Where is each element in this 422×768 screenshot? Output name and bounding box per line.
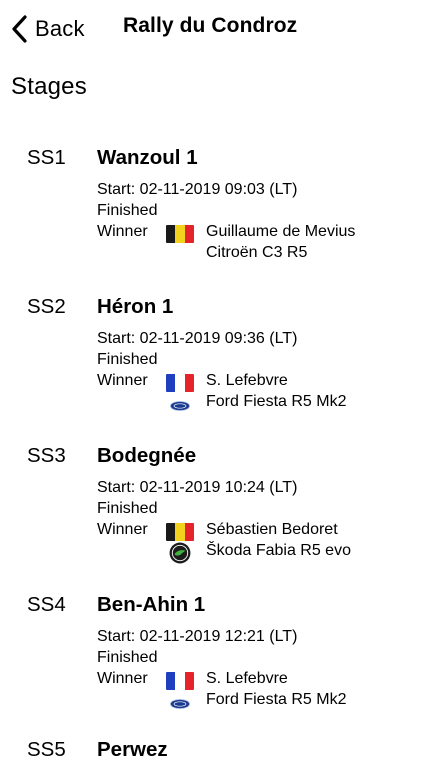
- stage-status: Finished: [97, 202, 158, 219]
- winner-driver: S. Lefebvre: [206, 372, 288, 389]
- winner-driver: Guillaume de Mevius: [206, 223, 356, 240]
- winner-car: Škoda Fabia R5 evo: [206, 542, 351, 559]
- winner-car: Ford Fiesta R5 Mk2: [206, 691, 347, 708]
- page-title: Rally du Condroz: [123, 14, 298, 37]
- stage-name: Perwez: [97, 738, 168, 761]
- belgium-flag-icon: [166, 225, 194, 243]
- ford-logo-icon: [170, 699, 190, 709]
- winner-driver: Sébastien Bedoret: [206, 521, 338, 538]
- skoda-logo-icon: [169, 542, 191, 564]
- winner-label: Winner: [97, 670, 148, 687]
- back-label: Back: [35, 16, 85, 41]
- stage-start-time: Start: 02-11-2019 09:03 (LT): [97, 181, 298, 198]
- section-title-stages: Stages: [11, 73, 87, 100]
- belgium-flag-icon: [166, 523, 194, 541]
- stage-start-time: Start: 02-11-2019 10:24 (LT): [97, 479, 298, 496]
- stage-item[interactable]: SS5 Perwez: [0, 738, 422, 768]
- stage-status: Finished: [97, 351, 158, 368]
- winner-car: Citroën C3 R5: [206, 244, 308, 261]
- stage-code: SS2: [27, 295, 66, 318]
- stage-name: Héron 1: [97, 295, 174, 318]
- stage-code: SS1: [27, 146, 66, 169]
- chevron-left-icon: [12, 15, 27, 43]
- winner-label: Winner: [97, 223, 148, 240]
- france-flag-icon: [166, 672, 194, 690]
- stage-name: Bodegnée: [97, 444, 197, 467]
- winner-car: Ford Fiesta R5 Mk2: [206, 393, 347, 410]
- stage-item[interactable]: SS4 Ben-Ahin 1 Start: 02-11-2019 12:21 (…: [0, 593, 422, 733]
- winner-driver: S. Lefebvre: [206, 670, 288, 687]
- stage-start-time: Start: 02-11-2019 12:21 (LT): [97, 628, 298, 645]
- stage-name: Wanzoul 1: [97, 146, 198, 169]
- stage-start-time: Start: 02-11-2019 09:36 (LT): [97, 330, 298, 347]
- stage-name: Ben-Ahin 1: [97, 593, 206, 616]
- stage-code: SS4: [27, 593, 66, 616]
- stage-code: SS3: [27, 444, 66, 467]
- stage-item[interactable]: SS3 Bodegnée Start: 02-11-2019 10:24 (LT…: [0, 444, 422, 584]
- navigation-bar: Back Rally du Condroz: [0, 0, 422, 58]
- winner-label: Winner: [97, 372, 148, 389]
- stage-code: SS5: [27, 738, 66, 761]
- stage-status: Finished: [97, 649, 158, 666]
- back-button[interactable]: Back: [10, 12, 85, 46]
- stage-item[interactable]: SS2 Héron 1 Start: 02-11-2019 09:36 (LT)…: [0, 295, 422, 435]
- ford-logo-icon: [170, 401, 190, 411]
- stage-item[interactable]: SS1 Wanzoul 1 Start: 02-11-2019 09:03 (L…: [0, 146, 422, 286]
- stage-status: Finished: [97, 500, 158, 517]
- france-flag-icon: [166, 374, 194, 392]
- winner-label: Winner: [97, 521, 148, 538]
